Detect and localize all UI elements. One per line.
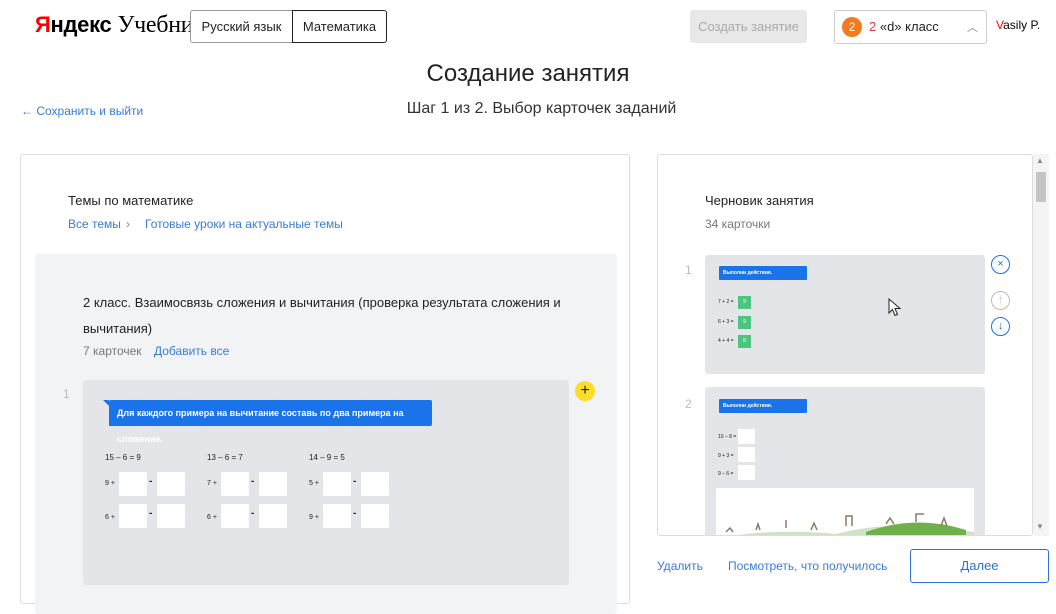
task-card-banner: Для каждого примера на вычитание составь… xyxy=(103,400,432,444)
draft-card[interactable]: Выполни действия. 10 – 8 = 9 + 3 = 9 – 6… xyxy=(705,387,985,535)
breadcrumb-separator: › xyxy=(126,217,130,231)
row-label: 7 + xyxy=(207,480,217,487)
preview-link[interactable]: Посмотреть, что получилось xyxy=(728,559,887,573)
answer-box[interactable] xyxy=(119,504,147,528)
logo-brand-rest: ндекс xyxy=(50,12,112,37)
answer-box[interactable] xyxy=(323,472,351,496)
mini-answer: 8 xyxy=(738,335,751,348)
mini-row-label: 9 + 3 = xyxy=(718,453,734,459)
delete-link[interactable]: Удалить xyxy=(657,559,703,573)
topics-title: Темы по математике xyxy=(68,193,194,208)
equation: 13 – 6 = 7 xyxy=(207,453,243,462)
move-down-icon[interactable]: ↓ xyxy=(991,317,1010,336)
answer-box[interactable] xyxy=(361,472,389,496)
next-button[interactable]: Далее xyxy=(910,549,1049,583)
mini-answer-box xyxy=(738,447,755,462)
row-label: 9 + xyxy=(309,514,319,521)
add-card-button[interactable]: + xyxy=(575,381,595,401)
mini-answer: 9 xyxy=(738,296,751,309)
mini-row-label: 6 + 3 = xyxy=(718,319,734,325)
row-label: 6 + xyxy=(105,514,115,521)
dash: - xyxy=(149,508,153,519)
equation: 15 – 6 = 9 xyxy=(105,453,141,462)
topics-panel: Темы по математике Все темы › Готовые ур… xyxy=(20,154,630,614)
draft-card-count: 34 карточки xyxy=(705,217,771,231)
mini-row-label: 7 + 2 = xyxy=(718,299,734,305)
answer-box[interactable] xyxy=(157,472,185,496)
scroll-up-icon[interactable]: ▲ xyxy=(1036,156,1044,165)
create-lesson-button[interactable]: Создать занятие xyxy=(690,10,807,43)
subject-tab-russian[interactable]: Русский язык xyxy=(190,10,293,43)
remove-card-icon[interactable]: × xyxy=(991,255,1010,274)
draft-card-number: 2 xyxy=(685,397,692,411)
logo[interactable]: Яндекс Учебник xyxy=(35,12,205,39)
dash: - xyxy=(251,508,255,519)
mini-answer: 9 xyxy=(738,316,751,329)
mouse-cursor-icon xyxy=(888,298,902,317)
dash: - xyxy=(353,476,357,487)
row-label: 5 + xyxy=(309,480,319,487)
breadcrumb-ready-lessons[interactable]: Готовые уроки на актуальные темы xyxy=(145,217,343,231)
answer-box[interactable] xyxy=(221,504,249,528)
row-label: 9 + xyxy=(105,480,115,487)
draft-card-banner: Выполни действия. xyxy=(719,399,807,413)
answer-box[interactable] xyxy=(119,472,147,496)
task-card[interactable]: Для каждого примера на вычитание составь… xyxy=(83,380,569,585)
dash: - xyxy=(251,476,255,487)
class-badge: 2 xyxy=(842,17,862,37)
row-label: 6 + xyxy=(207,514,217,521)
mini-row-label: 4 + 4 = xyxy=(718,338,734,344)
user-name[interactable]: Vasily P. xyxy=(996,18,1040,32)
dash: - xyxy=(353,508,357,519)
answer-box[interactable] xyxy=(259,472,287,496)
draft-title: Черновик занятия xyxy=(705,193,814,208)
topic-card-count: 7 карточек xyxy=(83,344,142,358)
topic-section: 2 класс. Взаимосвязь сложения и вычитани… xyxy=(35,254,617,614)
answer-box[interactable] xyxy=(361,504,389,528)
class-letter: «d» класс xyxy=(876,19,939,34)
class-label: 2 «d» класс xyxy=(869,19,939,34)
page-title: Создание занятия xyxy=(426,60,630,87)
answer-box[interactable] xyxy=(157,504,185,528)
topic-title: 2 класс. Взаимосвязь сложения и вычитани… xyxy=(83,295,561,336)
answer-box[interactable] xyxy=(259,504,287,528)
move-up-icon[interactable]: ↑ xyxy=(991,291,1010,310)
card-number: 1 xyxy=(63,387,70,401)
answer-box[interactable] xyxy=(323,504,351,528)
class-selector[interactable]: 2 2 «d» класс ︿ xyxy=(834,10,987,44)
equation: 14 – 9 = 5 xyxy=(309,453,345,462)
mini-row-label: 10 – 8 = xyxy=(718,434,737,440)
draft-scrollbar[interactable]: ▲ ▼ xyxy=(1033,154,1049,536)
scroll-thumb[interactable] xyxy=(1036,172,1046,202)
draft-card-banner: Выполни действия. xyxy=(719,266,807,280)
save-and-exit-link[interactable]: ← Сохранить и выйти xyxy=(21,104,143,118)
subject-tab-math[interactable]: Математика xyxy=(292,10,387,43)
answer-box[interactable] xyxy=(221,472,249,496)
mini-answer-box xyxy=(738,429,755,444)
breadcrumb-all-topics[interactable]: Все темы xyxy=(68,217,121,231)
draft-panel: Черновик занятия 34 карточки 1 Выполни д… xyxy=(657,154,1033,536)
scroll-down-icon[interactable]: ▼ xyxy=(1036,522,1044,531)
mini-row-label: 9 – 6 = xyxy=(718,471,734,477)
draft-card[interactable]: Выполни действия. 7 + 2 = 9 6 + 3 = 9 4 … xyxy=(705,255,985,374)
user-name-rest: asily P. xyxy=(1003,18,1041,32)
draft-card-number: 1 xyxy=(685,263,692,277)
step-indicator: Шаг 1 из 2. Выбор карточек заданий xyxy=(406,100,677,117)
logo-brand-y: Я xyxy=(35,12,51,37)
chevron-up-icon: ︿ xyxy=(967,22,978,34)
mini-answer-box xyxy=(738,465,755,480)
illustration-image xyxy=(716,488,974,535)
dash: - xyxy=(149,476,153,487)
add-all-link[interactable]: Добавить все xyxy=(154,344,229,358)
